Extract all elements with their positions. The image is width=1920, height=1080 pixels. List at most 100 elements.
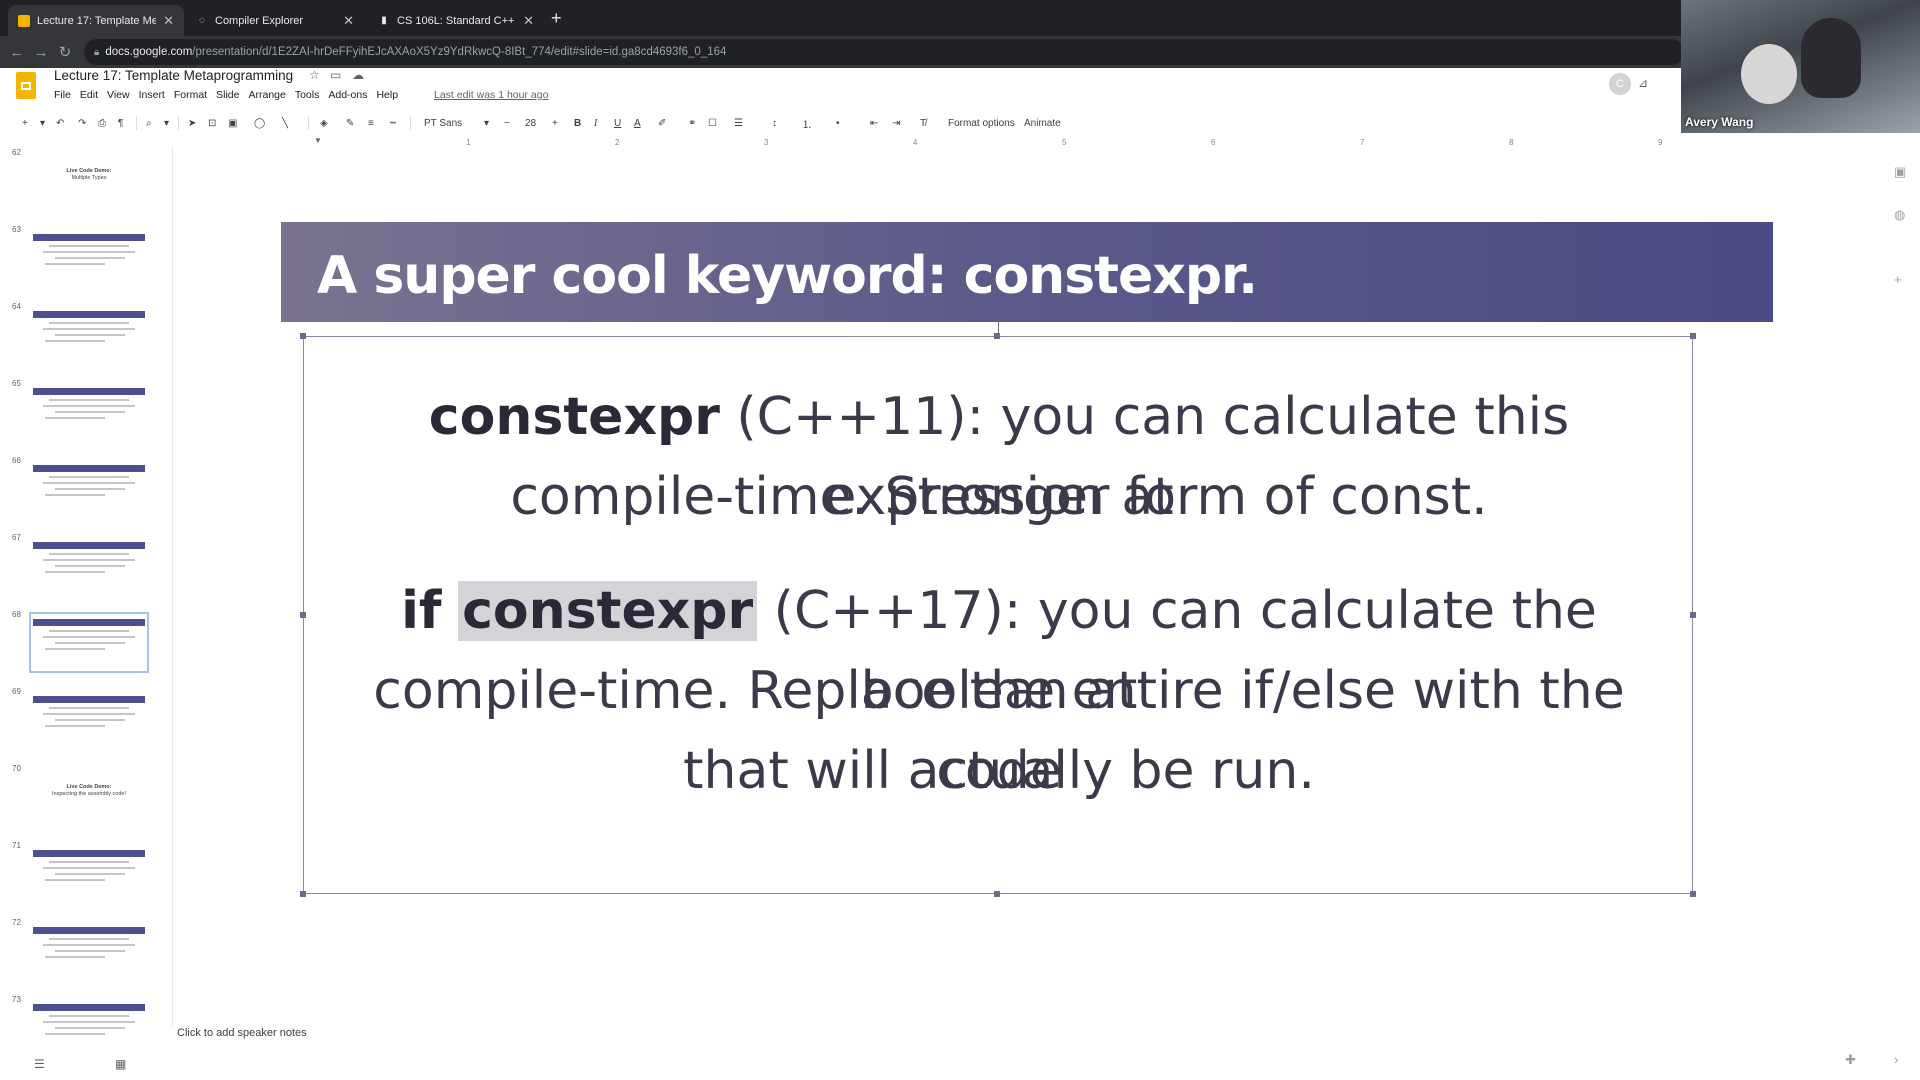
slide-thumbnail[interactable]: Live Code Demo: Multiple Types (33, 154, 145, 207)
ruler-indent-marker[interactable]: ▼ (314, 136, 322, 145)
border-dash-icon[interactable]: ┅ (390, 114, 396, 132)
thumbnail-text-line (55, 719, 125, 721)
italic-icon[interactable]: I (594, 114, 597, 132)
bulleted-list-icon[interactable]: • (836, 114, 840, 132)
menu-addons[interactable]: Add-ons (328, 89, 372, 101)
menu-edit[interactable]: Edit (80, 89, 103, 101)
slide-thumbnail[interactable] (33, 924, 145, 977)
resize-handle[interactable] (994, 333, 1000, 339)
align-icon[interactable]: ☰ (734, 114, 743, 132)
document-title[interactable]: Lecture 17: Template Metaprogramming (54, 68, 293, 83)
line-spacing-icon[interactable]: ↕ (772, 114, 777, 132)
decrease-indent-icon[interactable]: ⇤ (870, 114, 878, 132)
new-slide-icon[interactable]: + (22, 114, 28, 132)
bold-icon[interactable]: B (574, 114, 581, 132)
collapse-panel-icon[interactable]: › (1894, 1052, 1898, 1067)
forward-icon[interactable]: → (30, 44, 52, 61)
menu-slide[interactable]: Slide (216, 89, 244, 101)
explore-button-icon[interactable]: ✚ (1845, 1052, 1856, 1068)
border-color-icon[interactable]: ✎ (346, 114, 354, 132)
increase-font-icon[interactable]: + (552, 114, 558, 132)
slide-title[interactable]: A super cool keyword: constexpr. (317, 246, 1258, 306)
redo-icon[interactable]: ↷ (78, 114, 86, 132)
tab-compiler-explorer[interactable]: ◌ Compiler Explorer ✕ (186, 5, 364, 36)
move-folder-icon[interactable]: ▭ (330, 68, 341, 82)
zoom-dropdown-icon[interactable]: ▾ (164, 114, 169, 132)
font-size-input[interactable]: 28 (525, 114, 536, 132)
border-weight-icon[interactable]: ≡ (368, 114, 374, 132)
select-icon[interactable]: ➤ (188, 114, 196, 132)
format-options-button[interactable]: Format options (948, 114, 1015, 132)
highlight-icon[interactable]: ✐ (658, 114, 666, 132)
text-box-icon[interactable]: ⊡ (208, 114, 216, 132)
close-tab-icon[interactable]: ✕ (343, 13, 354, 29)
resize-handle[interactable] (1690, 891, 1696, 897)
tab-cs106l[interactable]: ▮ CS 106L: Standard C++ Progr ✕ (368, 5, 544, 36)
close-tab-icon[interactable]: ✕ (523, 13, 534, 29)
paint-format-icon[interactable]: ¶ (118, 114, 123, 132)
slide-thumbnail[interactable] (33, 231, 145, 284)
line-icon[interactable]: ╲ (282, 114, 288, 132)
resize-handle[interactable] (300, 891, 306, 897)
speaker-notes-input[interactable]: Click to add speaker notes (177, 1027, 307, 1039)
clear-formatting-icon[interactable]: T̸ (920, 114, 926, 132)
tab-lecture-17[interactable]: Lecture 17: Template Metaprog ✕ (8, 5, 184, 36)
menu-format[interactable]: Format (174, 89, 212, 101)
link-icon[interactable]: ⚭ (688, 114, 696, 132)
close-tab-icon[interactable]: ✕ (163, 13, 174, 29)
back-icon[interactable]: ← (6, 44, 28, 61)
slide-thumbnail[interactable] (29, 612, 149, 673)
slide-thumbnail[interactable] (33, 462, 145, 515)
address-bar[interactable]: 🔒︎ docs.google.com/presentation/d/1E2ZAI… (84, 39, 1684, 65)
slide-thumbnail[interactable] (33, 1001, 145, 1054)
slide-number: 70 (12, 764, 21, 773)
font-select[interactable]: PT Sans (424, 114, 462, 132)
image-icon[interactable]: ▣ (228, 114, 237, 132)
increase-indent-icon[interactable]: ⇥ (892, 114, 900, 132)
slide-thumbnail[interactable]: Live Code Demo: Inspecting the assembly c… (33, 770, 145, 823)
slide-body-textbox[interactable]: constexpr (C++11): you can calculate thi… (300, 333, 1696, 897)
resize-handle[interactable] (300, 333, 306, 339)
numbered-list-icon[interactable]: ⒈ (802, 114, 812, 132)
add-sidepanel-icon[interactable]: + (1894, 272, 1902, 287)
slide-thumbnail[interactable] (33, 847, 145, 900)
print-icon[interactable]: ⎙ (98, 114, 106, 132)
thumbnail-text-line (55, 873, 125, 875)
menu-view[interactable]: View (107, 89, 135, 101)
reload-icon[interactable]: ↻ (54, 43, 76, 61)
resize-handle[interactable] (994, 891, 1000, 897)
new-tab-button[interactable]: + (551, 8, 562, 29)
filmstrip-view-icon[interactable]: ☰ (34, 1057, 45, 1071)
decrease-font-icon[interactable]: − (504, 114, 510, 132)
zoom-icon[interactable]: ⌕ (146, 114, 152, 132)
slides-logo-icon[interactable] (16, 72, 36, 99)
comment-history-icon[interactable]: ⊿ (1638, 76, 1648, 90)
resize-handle[interactable] (1690, 333, 1696, 339)
menu-file[interactable]: File (54, 89, 76, 101)
slide-thumbnail[interactable] (33, 308, 145, 361)
slide-thumbnail[interactable] (33, 539, 145, 592)
text-color-icon[interactable]: A (634, 114, 641, 132)
grid-view-icon[interactable]: ▦ (115, 1057, 126, 1071)
shape-icon[interactable]: ◯ (254, 114, 265, 132)
undo-icon[interactable]: ↶ (56, 114, 64, 132)
fill-color-icon[interactable]: ◈ (320, 114, 328, 132)
underline-icon[interactable]: U (614, 114, 621, 132)
menu-arrange[interactable]: Arrange (248, 89, 290, 101)
cloud-status-icon[interactable]: ☁ (352, 68, 364, 82)
menu-tools[interactable]: Tools (295, 89, 325, 101)
explore-icon[interactable]: ◍ (1894, 207, 1905, 223)
avatar[interactable]: C (1609, 73, 1631, 95)
slide-thumbnail[interactable] (33, 693, 145, 746)
comment-icon[interactable]: ☐ (708, 114, 717, 132)
menu-help[interactable]: Help (376, 89, 403, 101)
font-dropdown-icon[interactable]: ▾ (484, 114, 489, 132)
animate-button[interactable]: Animate (1024, 114, 1061, 132)
thumbnail-text-line (45, 725, 105, 727)
side-panel-icon[interactable]: ▣ (1894, 164, 1906, 180)
new-slide-dropdown-icon[interactable]: ▾ (40, 114, 45, 132)
last-edit-link[interactable]: Last edit was 1 hour ago (434, 89, 548, 101)
star-icon[interactable]: ☆ (309, 68, 320, 82)
slide-thumbnail[interactable] (33, 385, 145, 438)
menu-insert[interactable]: Insert (139, 89, 170, 101)
